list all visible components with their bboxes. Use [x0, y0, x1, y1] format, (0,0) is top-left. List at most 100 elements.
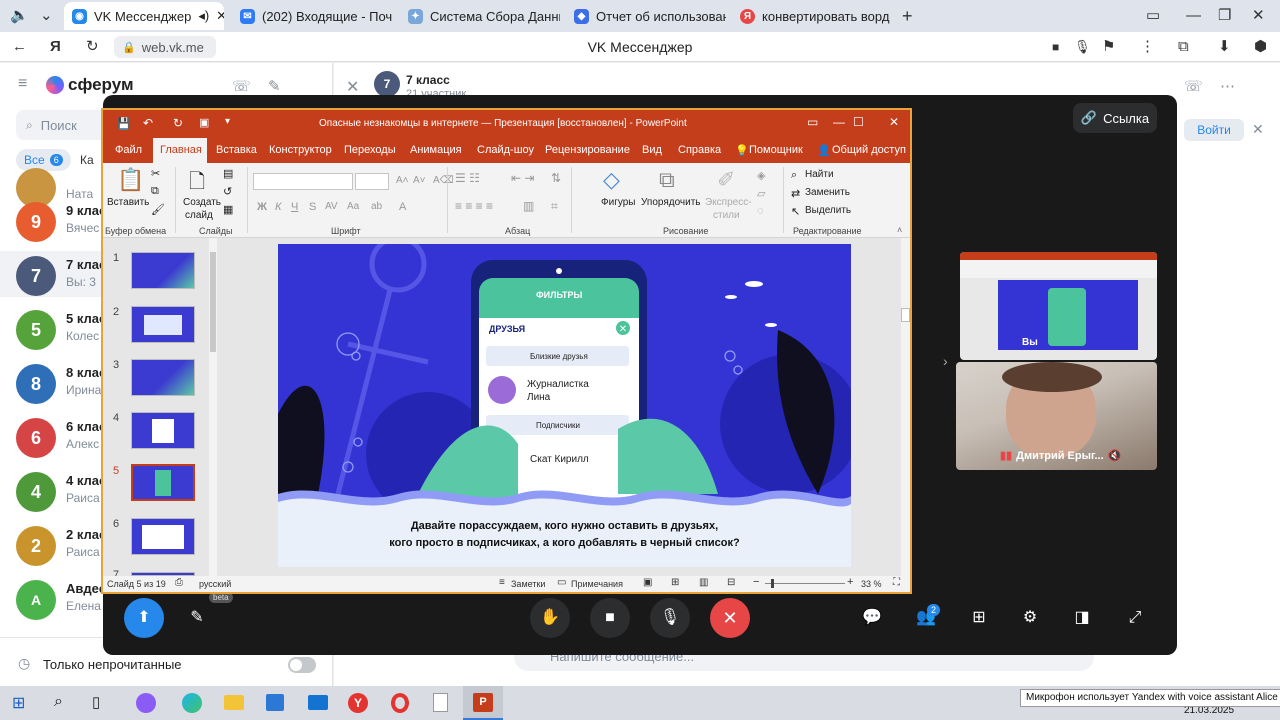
font-decrease-icon[interactable]: A˅: [413, 175, 426, 186]
save-icon[interactable]: 💾: [117, 117, 131, 130]
find-button[interactable]: Найти: [805, 169, 834, 180]
align-icon[interactable]: ≡ ≡ ≡ ≡: [455, 199, 493, 213]
tab-close-icon[interactable]: ✕: [216, 8, 224, 24]
slide-thumbnail[interactable]: [131, 412, 195, 449]
zoom-level[interactable]: 33 %: [861, 579, 882, 589]
tab-design[interactable]: Конструктор: [269, 144, 332, 156]
tab-file[interactable]: Файл: [115, 144, 142, 156]
minimize-icon[interactable]: —: [1186, 1, 1201, 31]
tab-review[interactable]: Рецензирование: [545, 144, 630, 156]
tab-audio-icon[interactable]: ◂): [198, 8, 209, 24]
indent-icon[interactable]: ⇤ ⇥: [511, 171, 534, 185]
clear-format-icon[interactable]: A⌫: [433, 175, 454, 186]
task-view-icon[interactable]: ▯: [92, 693, 100, 711]
replace-icon[interactable]: ⇄: [791, 187, 800, 200]
yandex-browser-icon[interactable]: Y: [348, 693, 368, 713]
slideshow-view-icon[interactable]: ⊟: [727, 577, 735, 588]
call-icon[interactable]: ☏: [232, 77, 251, 95]
tab-vk[interactable]: ◉ VK Мессенджер ◂) ✕: [64, 2, 224, 30]
close-window-icon[interactable]: ✕: [1252, 1, 1265, 31]
tab-insert[interactable]: Вставка: [216, 144, 257, 156]
dismiss-call-icon[interactable]: ✕: [1252, 121, 1264, 138]
shapes-button[interactable]: Фигуры: [601, 197, 635, 208]
font-increase-icon[interactable]: A˄: [396, 175, 409, 186]
start-icon[interactable]: ⊞: [12, 693, 25, 713]
edge-icon[interactable]: [182, 693, 202, 713]
raise-hand-button[interactable]: ✋: [530, 598, 570, 638]
spacing-icon[interactable]: AV: [325, 201, 338, 212]
search-taskbar-icon[interactable]: ⌕: [54, 693, 63, 711]
ribbon-options-icon[interactable]: ▭: [807, 115, 818, 129]
mic-indicator-icon[interactable]: 🎙: [1074, 32, 1091, 62]
sorter-view-icon[interactable]: ⊞: [671, 577, 679, 588]
zoom-in-icon[interactable]: +: [847, 576, 853, 588]
find-icon[interactable]: ⌕: [791, 169, 797, 182]
tabs-menu-icon[interactable]: ⌄: [40, 1, 53, 31]
expand-tiles-icon[interactable]: ›: [943, 353, 948, 369]
arrange-icon[interactable]: ⧉: [659, 167, 675, 193]
font-size-select[interactable]: [355, 173, 389, 190]
undo-icon[interactable]: ↶: [143, 116, 153, 130]
tab-animation[interactable]: Анимация: [410, 144, 462, 156]
fill-icon[interactable]: ◈: [757, 169, 765, 182]
participants-button[interactable]: 👥: [906, 598, 946, 638]
bookmark-icon[interactable]: ⚑: [1102, 32, 1115, 62]
smartart-icon[interactable]: ⌗: [551, 199, 558, 214]
ppt-minimize-icon[interactable]: —: [833, 115, 845, 129]
effects-button[interactable]: ✎: [177, 598, 217, 638]
copy-icon[interactable]: ⧉: [151, 185, 159, 198]
comments-button[interactable]: Примечания: [571, 579, 623, 589]
editor-scrollbar[interactable]: [901, 238, 910, 576]
yandex-icon[interactable]: Я: [50, 32, 61, 62]
layout-icon[interactable]: ▤: [223, 167, 233, 180]
collapse-ribbon-icon[interactable]: ˄: [897, 225, 902, 235]
underline-icon[interactable]: Ч: [291, 201, 298, 213]
bullets-icon[interactable]: ☰ ☷: [455, 171, 480, 185]
paste-button[interactable]: Вставить: [107, 197, 149, 208]
new-slide-button[interactable]: Создать: [183, 197, 221, 208]
editor-scroll-thumb[interactable]: [901, 308, 910, 322]
select-icon[interactable]: ↖: [791, 205, 800, 218]
settings-button[interactable]: ⚙: [1010, 598, 1050, 638]
yandex-shield-icon[interactable]: ⬢: [1254, 32, 1267, 62]
quick-styles-icon[interactable]: ✐: [717, 167, 735, 193]
share-button[interactable]: Общий доступ: [832, 144, 906, 156]
copy-link-button[interactable]: 🔗 Ссылка: [1073, 103, 1157, 133]
camera-indicator-icon[interactable]: ■: [1052, 32, 1059, 62]
case-icon[interactable]: Aa: [347, 201, 359, 212]
bookmarks-icon[interactable]: ▭: [1146, 1, 1160, 31]
spellcheck-icon[interactable]: ⎙: [175, 577, 183, 588]
ppt-maximize-icon[interactable]: ☐: [853, 115, 864, 129]
highlight-icon[interactable]: ab: [371, 201, 382, 212]
store-icon[interactable]: [266, 694, 284, 711]
close-chat-icon[interactable]: ✕: [346, 77, 359, 97]
tab-home[interactable]: Главная: [160, 144, 202, 156]
pip-button[interactable]: ◨: [1062, 598, 1102, 638]
tab-view[interactable]: Вид: [642, 144, 662, 156]
unread-only-toggle[interactable]: [288, 657, 316, 673]
section-icon[interactable]: ▦: [223, 203, 233, 216]
customize-qat-icon[interactable]: ▾: [225, 116, 230, 127]
slide-thumbnail[interactable]: [131, 518, 195, 555]
extensions-icon[interactable]: ⧉: [1178, 32, 1189, 62]
slide-thumbnail[interactable]: [131, 306, 195, 343]
slide-thumbnail[interactable]: [131, 252, 195, 289]
text-direction-icon[interactable]: ⇅: [551, 171, 561, 185]
shapes-icon[interactable]: ◇: [603, 167, 620, 193]
strike-icon[interactable]: S: [309, 201, 316, 213]
tab-assistant[interactable]: Помощник: [749, 144, 803, 156]
new-tab-icon[interactable]: +: [902, 1, 913, 31]
alice-icon[interactable]: [136, 693, 156, 713]
outline-icon[interactable]: ▱: [757, 187, 765, 200]
italic-icon[interactable]: К: [275, 201, 281, 213]
share-screen-button[interactable]: ⬆: [124, 598, 164, 638]
powerpoint-taskbar-button[interactable]: P: [463, 686, 503, 720]
tab-help[interactable]: Справка: [678, 144, 721, 156]
bold-icon[interactable]: Ж: [257, 201, 267, 213]
paste-icon[interactable]: 📋: [117, 167, 144, 193]
self-video-tile[interactable]: Вы: [960, 252, 1157, 360]
font-color-icon[interactable]: A: [399, 201, 406, 213]
slide-canvas[interactable]: ✕ ФИЛЬТРЫ ДРУЗЬЯ Близкие друзья Журналис…: [278, 244, 851, 567]
reading-view-icon[interactable]: ▥: [699, 577, 708, 588]
slide-thumbnail[interactable]: [131, 359, 195, 396]
